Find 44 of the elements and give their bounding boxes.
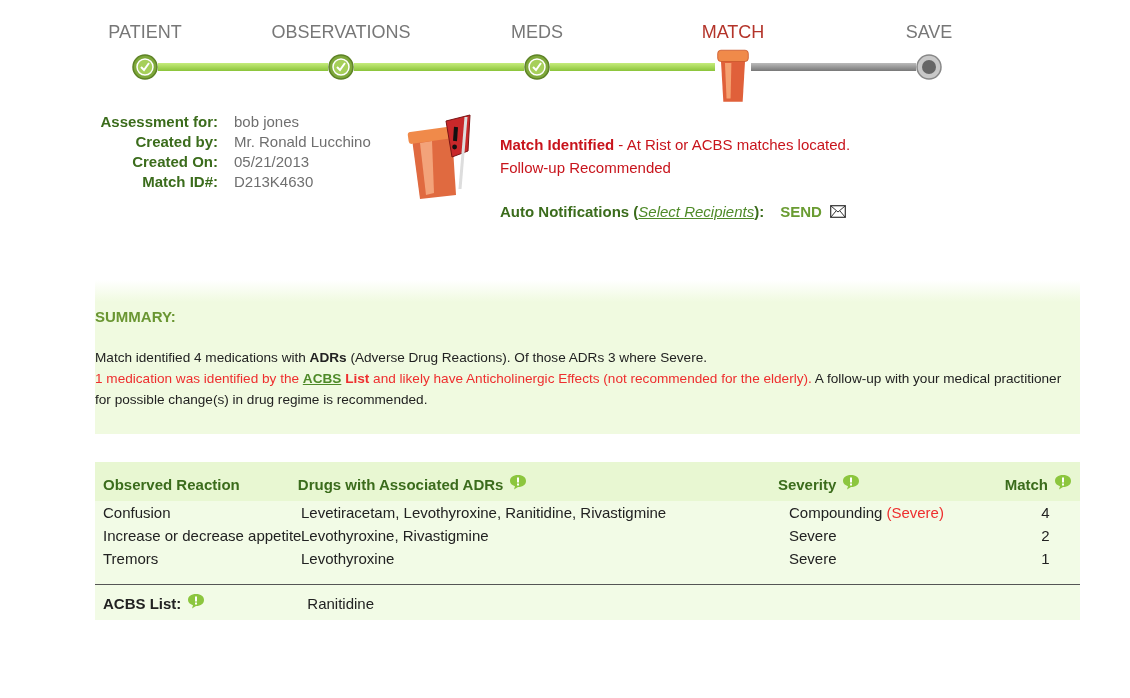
notifications-label-end: ): xyxy=(754,203,765,220)
help-bubble-icon[interactable] xyxy=(1054,473,1072,490)
table-cell-text: Levothyroxine xyxy=(301,550,396,567)
summary-title: SUMMARY: xyxy=(95,308,177,325)
acbs-label: ACBS List: xyxy=(103,595,182,612)
column-header: Drugs with Associated ADRs xyxy=(297,476,504,493)
select-recipients-link[interactable]: Select Recipients xyxy=(638,203,755,220)
field-value: bob jones xyxy=(234,113,301,130)
table-cell: Increase or decrease appetite xyxy=(103,527,301,544)
help-bubble-icon[interactable] xyxy=(842,473,861,490)
step-tab[interactable]: SAVE xyxy=(831,22,1027,43)
field-value: Mr. Ronald Lucchino xyxy=(234,133,372,150)
table-cell-text: Severe xyxy=(789,527,838,544)
envelope-icon[interactable] xyxy=(829,205,846,218)
field-label: Created by: xyxy=(134,133,218,150)
field-value: 05/21/2013 xyxy=(234,153,311,170)
table-cell-text: Levetiracetam, Levothyroxine, Ranitidine, Rivastigmine xyxy=(301,504,668,521)
column-header: Match xyxy=(1004,476,1048,493)
help-bubble-icon[interactable] xyxy=(509,473,528,490)
step-tab[interactable]: MEDS xyxy=(439,22,635,43)
acbs-value: Ranitidine xyxy=(307,595,375,612)
table-cell-text: Tremors xyxy=(103,550,160,567)
table-cell-text: Confusion xyxy=(103,504,172,521)
summary-text: Match identified 4 medications with ADRs (Adverse Drug Reactions). Of those ADRs 3 where Severe. 1 medication was identified by the ACBS List and likely have Anticholinergic Effects (not recommended for the elderly). A follow-up with your medical practitioner for possible change(s) in drug regime is recommended. xyxy=(95,349,1063,409)
field-label: Match ID#: xyxy=(141,173,218,190)
step-tab[interactable]: MATCH xyxy=(635,22,831,43)
table-cell-text: 2 xyxy=(1040,527,1051,544)
column-header: Observed Reaction xyxy=(103,476,240,493)
step-tab[interactable]: PATIENT xyxy=(47,22,243,43)
table-cell-text: Levothyroxine, Rivastigmine xyxy=(301,527,490,544)
table-cell-text: 1 xyxy=(1040,550,1051,567)
help-bubble-icon[interactable] xyxy=(187,592,206,609)
table-cell-text: Compounding (Severe) xyxy=(789,504,945,521)
table-cell-text: 4 xyxy=(1040,504,1051,521)
field-value: D213K4630 xyxy=(234,173,315,190)
column-header: Severity xyxy=(777,476,837,493)
table-cell-text: Severe xyxy=(789,550,838,567)
field-label: Assessment for: xyxy=(100,113,218,130)
field-label: Created On: xyxy=(131,153,218,170)
match-alert-text: Match Identified - At Rist or ACBS matches located. Follow-up Recommended xyxy=(500,135,851,178)
step-tab[interactable]: OBSERVATIONS xyxy=(243,22,439,43)
notifications-label: Auto Notifications ( xyxy=(500,203,639,220)
acbs-link[interactable]: ACBS xyxy=(302,371,342,386)
send-button[interactable]: SEND xyxy=(780,203,822,220)
